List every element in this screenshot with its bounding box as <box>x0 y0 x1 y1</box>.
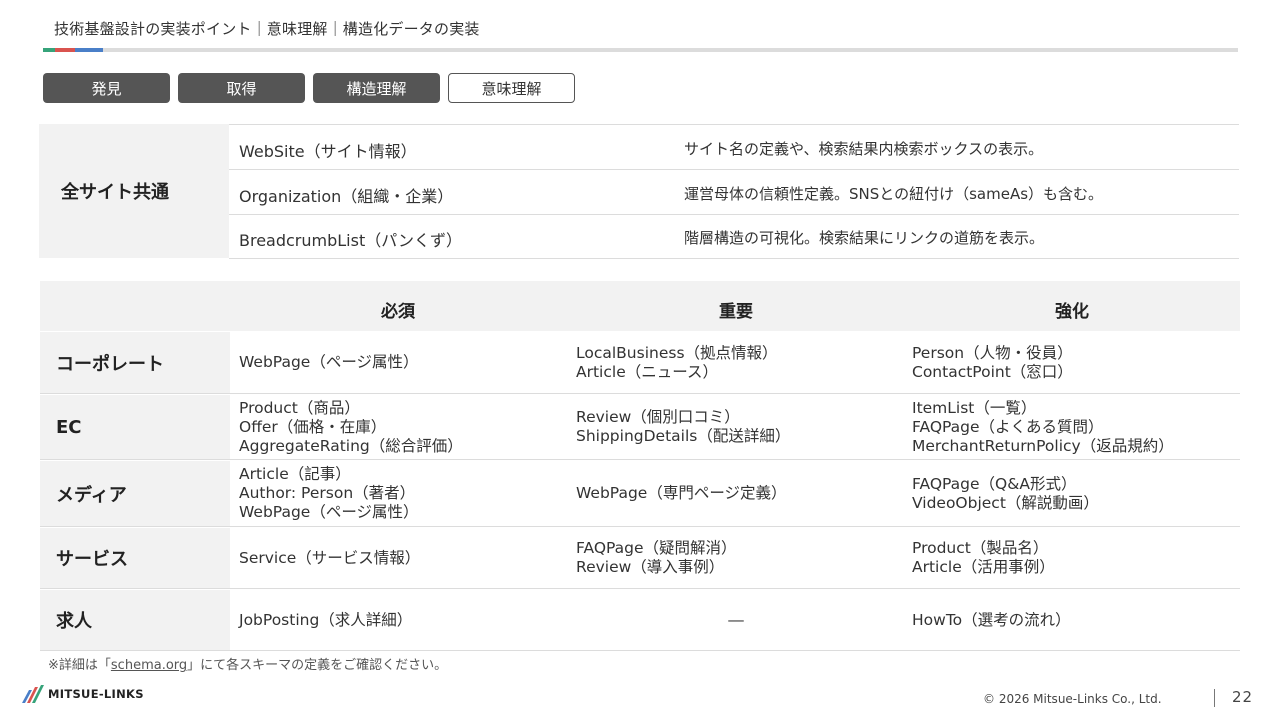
required-cell: Product（商品） Offer（価格・在庫） AggregateRating… <box>239 395 569 459</box>
required-cell: JobPosting（求人詳細） <box>239 590 569 650</box>
column-header-required: 必須 <box>381 302 415 322</box>
schema-item: Article（活用事例） <box>912 558 1055 576</box>
enhanced-cell: FAQPage（Q&A形式） VideoObject（解説動画） <box>912 461 1240 526</box>
schema-item: VideoObject（解説動画） <box>912 493 1099 512</box>
table-row: BreadcrumbList（パンくず） 階層構造の可視化。検索結果にリンクの道… <box>229 214 1239 259</box>
schema-item: Service（サービス情報） <box>239 548 421 567</box>
schema-item: Review（導入事例） <box>576 558 725 576</box>
step-semantic-understanding[interactable]: 意味理解 <box>448 73 575 103</box>
row-label-service: サービス <box>40 528 230 588</box>
schema-item: Author: Person（著者） <box>239 484 416 502</box>
schema-type: WebSite（サイト情報） <box>239 142 417 161</box>
schema-item: Article（記事） <box>239 465 351 483</box>
page-number: 22 <box>1232 688 1254 706</box>
company-logo: MITSUE-LINKS <box>20 684 144 704</box>
required-cell: Service（サービス情報） <box>239 528 569 588</box>
schema-description: 運営母体の信頼性定義。SNSとの紐付け（sameAs）も含む。 <box>684 185 1104 203</box>
schema-description: サイト名の定義や、検索結果内検索ボックスの表示。 <box>684 140 1044 158</box>
schema-item: HowTo（選考の流れ） <box>912 610 1071 629</box>
table-row: WebSite（サイト情報） サイト名の定義や、検索結果内検索ボックスの表示。 <box>229 125 1239 170</box>
schema-type: BreadcrumbList（パンくず） <box>239 231 463 250</box>
table-row: Organization（組織・企業） 運営母体の信頼性定義。SNSとの紐付け（… <box>229 170 1239 215</box>
schema-item: FAQPage（疑問解消） <box>576 539 737 557</box>
table-row: 求人 JobPosting（求人詳細） ― HowTo（選考の流れ） <box>40 590 1240 651</box>
schema-item: ContactPoint（窓口） <box>912 362 1073 381</box>
schema-type: Organization（組織・企業） <box>239 187 454 206</box>
enhanced-cell: HowTo（選考の流れ） <box>912 590 1240 650</box>
enhanced-cell: ItemList（一覧） FAQPage（よくある質問） MerchantRet… <box>912 395 1240 459</box>
rule-accent-blue <box>75 48 103 52</box>
schema-item: FAQPage（よくある質問） <box>912 417 1104 436</box>
page-number-divider <box>1214 689 1215 707</box>
process-steps: 発見 取得 構造理解 意味理解 <box>43 73 575 103</box>
header-rule <box>43 48 1238 52</box>
table-row: サービス Service（サービス情報） FAQPage（疑問解消） Revie… <box>40 528 1240 589</box>
row-label-media: メディア <box>40 461 230 526</box>
step-discovery[interactable]: 発見 <box>43 73 170 103</box>
enhanced-cell: Product（製品名） Article（活用事例） <box>912 528 1240 588</box>
schema-item: FAQPage（Q&A形式） <box>912 474 1077 493</box>
table-header-row: 必須 重要 強化 <box>40 281 1240 331</box>
rule-accent-red <box>55 48 75 52</box>
column-header-enhanced: 強化 <box>1055 302 1089 322</box>
table-row: コーポレート WebPage（ページ属性） LocalBusiness（拠点情報… <box>40 332 1240 394</box>
schema-item: LocalBusiness（拠点情報） <box>576 343 778 362</box>
table-row: EC Product（商品） Offer（価格・在庫） AggregateRat… <box>40 395 1240 460</box>
schema-item: WebPage（専門ページ定義） <box>576 484 787 502</box>
schema-item: Article（ニュース） <box>576 362 718 381</box>
schema-item: WebPage（ページ属性） <box>239 503 419 521</box>
important-cell: Review（個別口コミ） ShippingDetails（配送詳細） <box>576 395 906 459</box>
schema-item: JobPosting（求人詳細） <box>239 610 413 629</box>
important-cell: LocalBusiness（拠点情報） Article（ニュース） <box>576 332 906 393</box>
step-structure-understanding[interactable]: 構造理解 <box>313 73 440 103</box>
column-header-important: 重要 <box>719 302 753 322</box>
row-label-recruitment: 求人 <box>40 590 230 650</box>
schema-description: 階層構造の可視化。検索結果にリンクの道筋を表示。 <box>684 229 1045 247</box>
footnote-suffix: 」にて各スキーマの定義をご確認ください。 <box>187 658 448 673</box>
important-cell: WebPage（専門ページ定義） <box>576 461 906 526</box>
row-label-corporate: コーポレート <box>40 332 230 393</box>
footnote: ※詳細は「schema.org」にて各スキーマの定義をご確認ください。 <box>48 654 447 673</box>
schema-item: Person（人物・役員） <box>912 343 1073 362</box>
required-cell: WebPage（ページ属性） <box>239 332 569 393</box>
step-acquisition[interactable]: 取得 <box>178 73 305 103</box>
copyright: © 2026 Mitsue-Links Co., Ltd. <box>983 692 1162 706</box>
important-cell: FAQPage（疑問解消） Review（導入事例） <box>576 528 906 588</box>
row-label-ec: EC <box>40 395 230 459</box>
common-table-heading: 全サイト共通 <box>39 124 229 258</box>
rule-accent-green <box>43 48 55 52</box>
logo-text: MITSUE-LINKS <box>48 687 144 701</box>
slide-header-title: 技術基盤設計の実装ポイント｜意味理解｜構造化データの実装 <box>54 20 480 38</box>
schema-item: MerchantReturnPolicy（返品規約） <box>912 436 1174 455</box>
schema-item: ItemList（一覧） <box>912 398 1037 417</box>
required-cell: Article（記事） Author: Person（著者） WebPage（ペ… <box>239 461 569 526</box>
schema-item: Review（個別口コミ） <box>576 408 740 426</box>
logo-mark-icon <box>22 685 44 703</box>
enhanced-cell: Person（人物・役員） ContactPoint（窓口） <box>912 332 1240 393</box>
schema-item: WebPage（ページ属性） <box>239 353 419 371</box>
table-row: メディア Article（記事） Author: Person（著者） WebP… <box>40 461 1240 527</box>
footnote-prefix: ※詳細は「 <box>48 658 111 673</box>
schema-org-link[interactable]: schema.org <box>111 658 187 673</box>
schema-item: Product（商品） <box>239 398 360 417</box>
schema-item: AggregateRating（総合評価） <box>239 436 463 455</box>
schema-item: Offer（価格・在庫） <box>239 417 387 436</box>
schema-item: ShippingDetails（配送詳細） <box>576 427 791 445</box>
empty-dash: ― <box>728 610 744 629</box>
schema-item: Product（製品名） <box>912 539 1049 557</box>
important-cell: ― <box>576 590 896 650</box>
